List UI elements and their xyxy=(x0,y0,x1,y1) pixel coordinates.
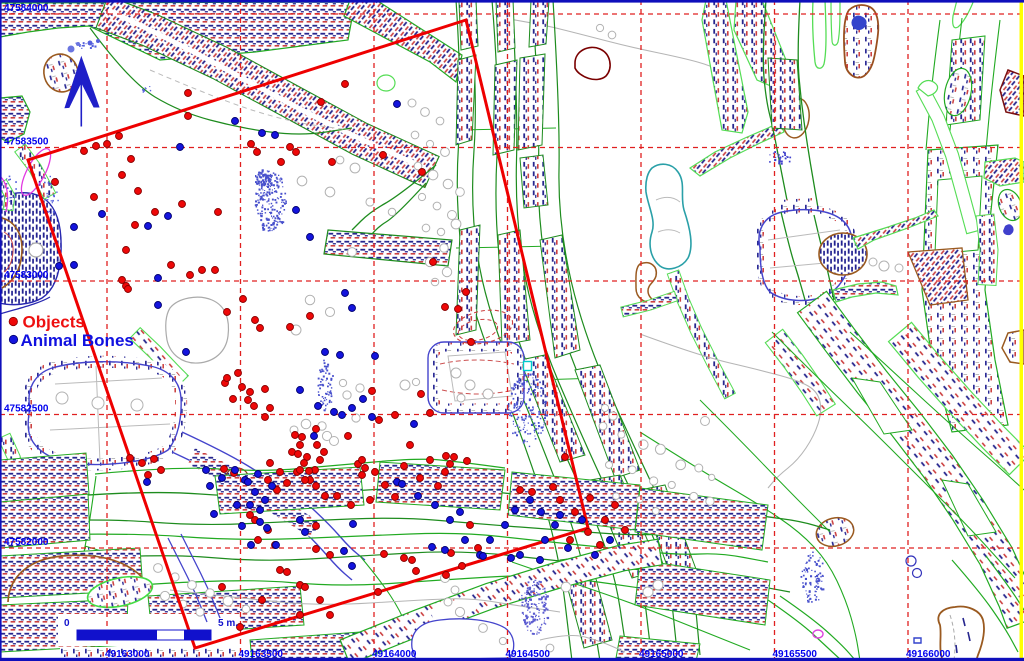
svg-text:5 m.: 5 m. xyxy=(218,618,238,629)
svg-text:49166000: 49166000 xyxy=(906,649,951,660)
svg-text:49165000: 49165000 xyxy=(639,649,684,660)
svg-text:0: 0 xyxy=(64,618,70,629)
svg-text:49165500: 49165500 xyxy=(773,649,818,660)
svg-text:47584000: 47584000 xyxy=(4,3,49,14)
svg-text:47582000: 47582000 xyxy=(4,537,49,548)
svg-text:49164500: 49164500 xyxy=(506,649,551,660)
svg-text:Objects: Objects xyxy=(23,313,85,332)
svg-text:49164000: 49164000 xyxy=(372,649,417,660)
svg-text:49163000: 49163000 xyxy=(105,649,150,660)
svg-text:49163500: 49163500 xyxy=(239,649,284,660)
svg-text:47582500: 47582500 xyxy=(4,404,49,415)
svg-text:47583000: 47583000 xyxy=(4,270,49,281)
svg-text:Animal Bones: Animal Bones xyxy=(21,331,134,350)
svg-text:47583500: 47583500 xyxy=(4,137,49,148)
